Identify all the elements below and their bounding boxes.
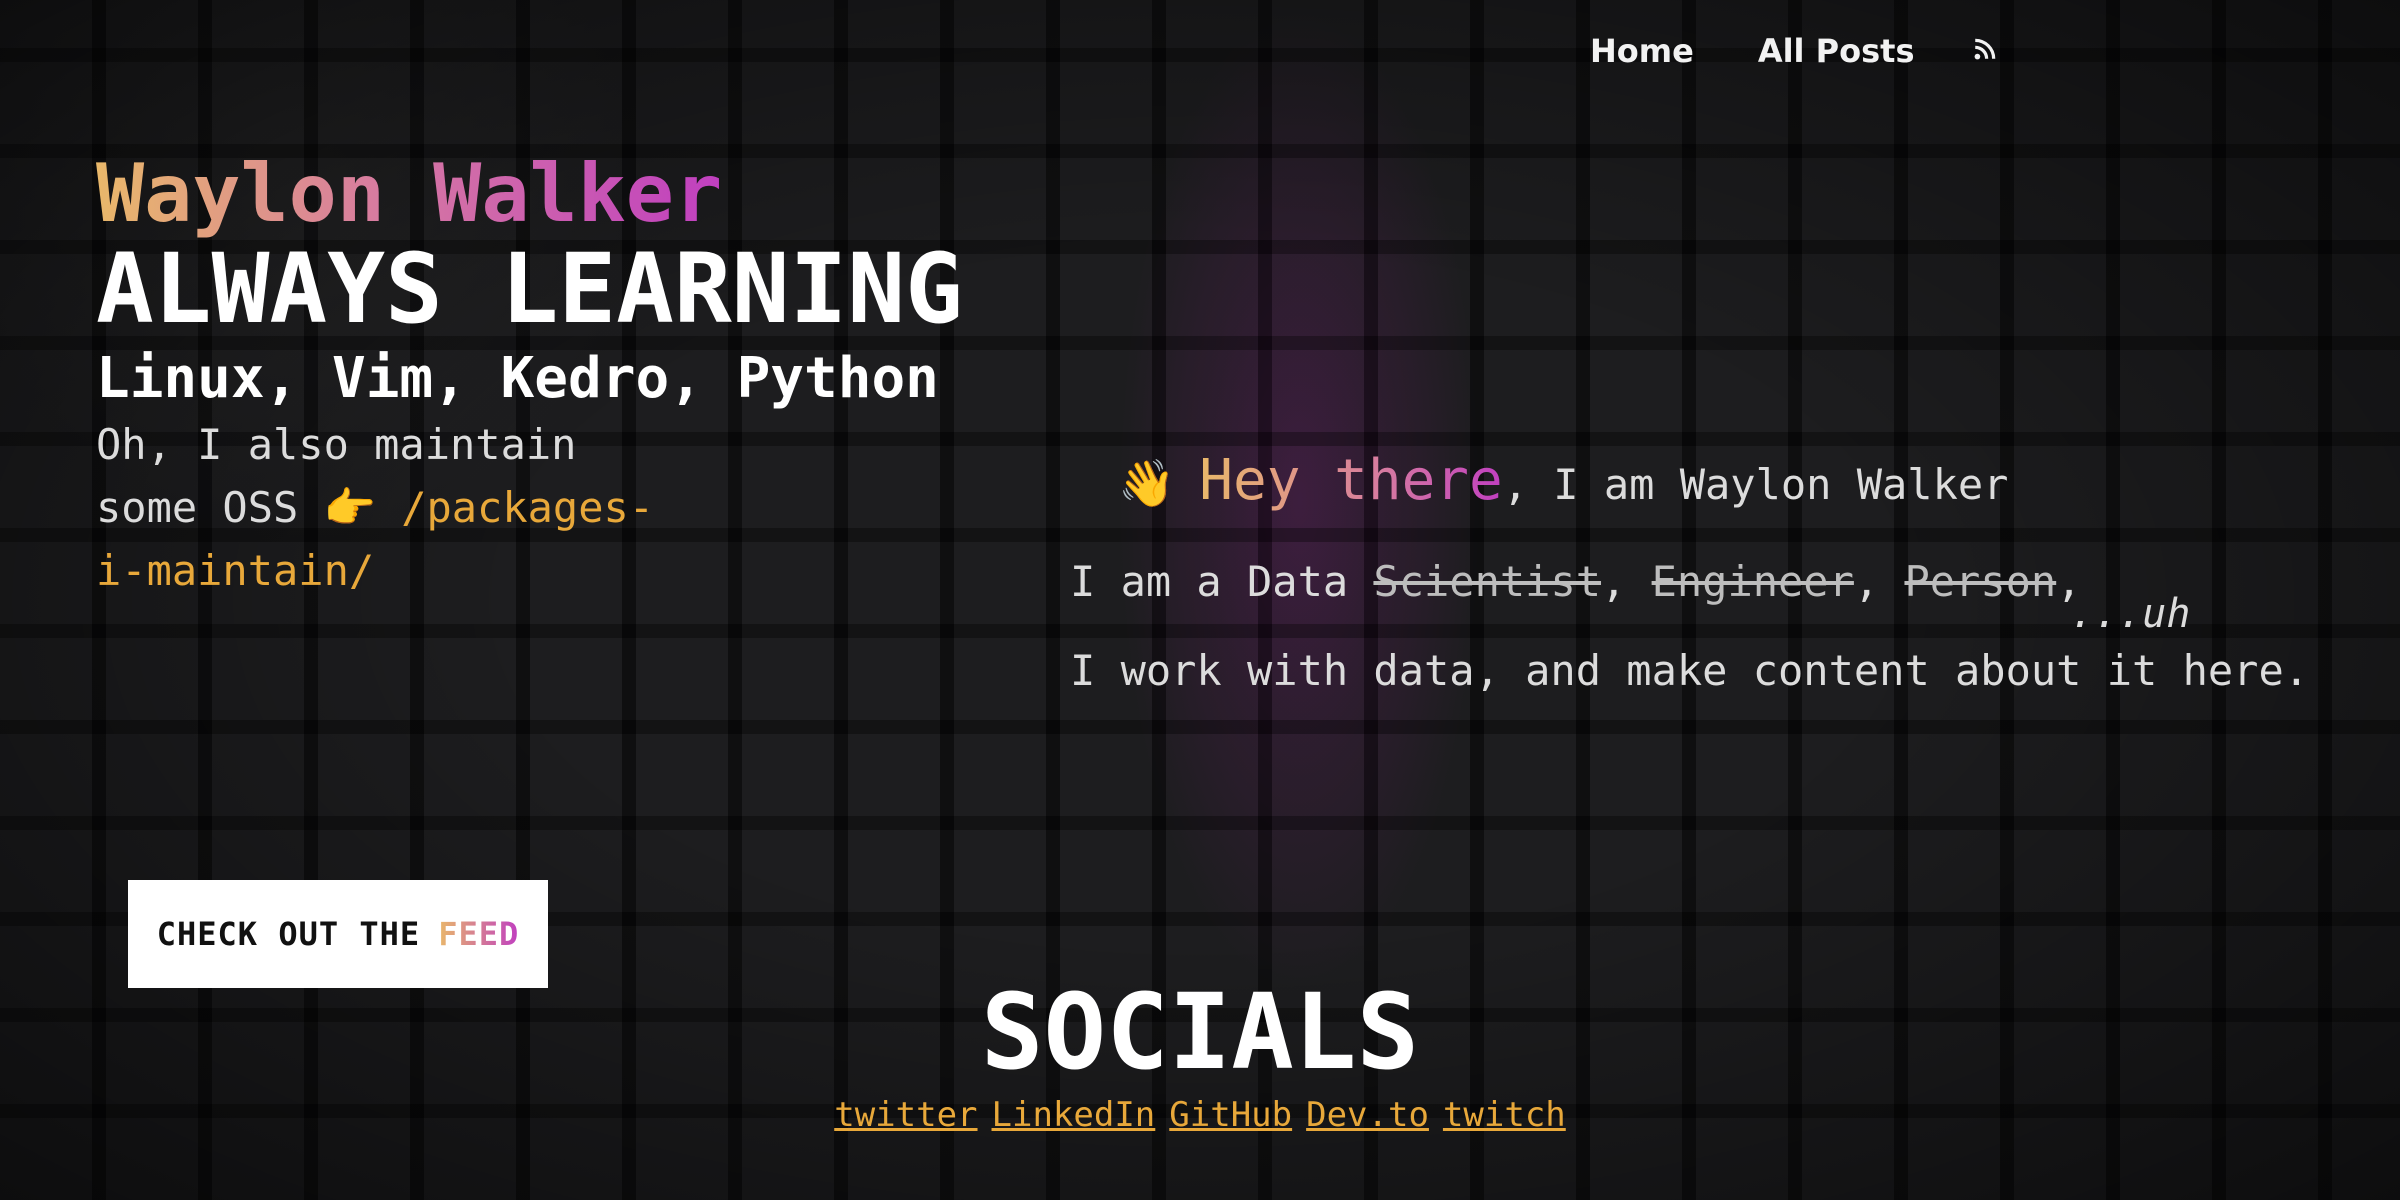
- social-link-github[interactable]: GitHub: [1169, 1095, 1292, 1135]
- role-prefix: I am a Data: [1070, 557, 1374, 606]
- page: Home All Posts Waylon Walker ALWAYS LEAR…: [0, 0, 2400, 1200]
- social-link-linkedin[interactable]: LinkedIn: [992, 1095, 1156, 1135]
- feed-button-prefix: CHECK OUT THE: [156, 915, 421, 953]
- intro: 👋 Hey there , I am Waylon Walker I am a …: [1070, 448, 2370, 695]
- social-link-twitter[interactable]: twitter: [834, 1095, 977, 1135]
- check-out-feed-button[interactable]: CHECK OUT THE FEED: [128, 880, 548, 988]
- pointing-right-icon: 👉: [323, 483, 376, 533]
- work-line: I work with data, and make content about…: [1070, 646, 2310, 695]
- nav-home-link[interactable]: Home: [1590, 32, 1694, 70]
- brand-title: Waylon Walker: [96, 147, 723, 240]
- rss-icon: [1975, 38, 1996, 60]
- greeting: 👋 Hey there , I am Waylon Walker: [1118, 448, 2370, 513]
- role-engineer: Engineer: [1651, 557, 1854, 606]
- role-line: I am a Data Scientist, Engineer, Person,…: [1070, 557, 2191, 637]
- skills-list: Linux, Vim, Kedro, Python: [96, 345, 939, 411]
- oss-paragraph: Oh, I also maintain some OSS 👉 /packages…: [96, 413, 656, 602]
- socials-title: SOCIALS: [980, 971, 1420, 1093]
- social-links: twitter LinkedIn GitHub Dev.to twitch: [0, 1095, 2400, 1135]
- socials-section: SOCIALS twitter LinkedIn GitHub Dev.to t…: [0, 971, 2400, 1136]
- role-uh: ...uh: [2070, 591, 2191, 637]
- hero: Waylon Walker ALWAYS LEARNING Linux, Vim…: [96, 150, 996, 602]
- social-link-twitch[interactable]: twitch: [1443, 1095, 1566, 1135]
- role-person: Person: [1904, 557, 2057, 606]
- role-scientist: Scientist: [1373, 557, 1602, 606]
- nav-all-posts-link[interactable]: All Posts: [1758, 32, 1915, 70]
- greeting-hey: Hey there: [1199, 448, 1503, 513]
- social-link-devto[interactable]: Dev.to: [1306, 1095, 1429, 1135]
- feed-button-word: FEED: [438, 915, 520, 953]
- nav-rss-link[interactable]: [1975, 32, 1998, 70]
- greeting-name: , I am Waylon Walker: [1502, 460, 2009, 509]
- tagline: ALWAYS LEARNING: [96, 233, 963, 345]
- top-nav: Home All Posts: [1590, 32, 1998, 70]
- waving-hand-icon: 👋: [1118, 456, 1176, 510]
